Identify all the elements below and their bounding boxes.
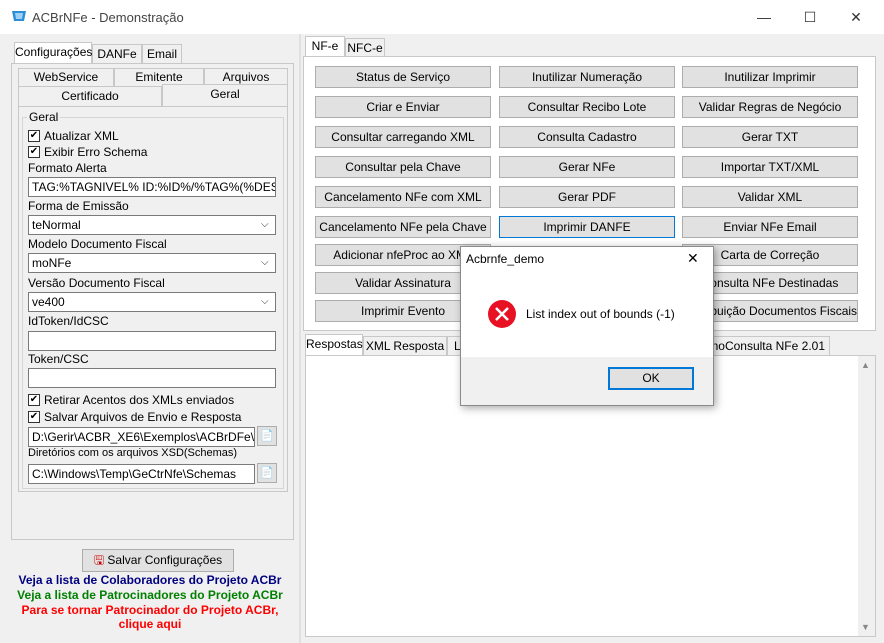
close-icon[interactable]: ✕ bbox=[833, 0, 879, 34]
tab-nfce[interactable]: NFC-e bbox=[345, 38, 385, 57]
maximize-icon[interactable]: ☐ bbox=[787, 0, 833, 34]
token-field[interactable] bbox=[28, 368, 276, 388]
patrocinador-link-line1[interactable]: Para se tornar Patrocinador do Projeto A… bbox=[0, 603, 300, 617]
forma-emissao-label: Forma de Emissão bbox=[28, 199, 129, 213]
chevron-down-icon: ⌵ bbox=[261, 219, 269, 230]
formato-alerta-field[interactable]: TAG:%TAGNIVEL% ID:%ID%/%TAG%(%DESCRICAO%… bbox=[28, 177, 276, 197]
close-icon[interactable]: ✕ bbox=[687, 250, 699, 267]
atualizar-xml-checkbox[interactable]: ✔ bbox=[28, 130, 40, 142]
versao-select[interactable]: ve400 ⌵ bbox=[28, 292, 276, 312]
button-consulta-cadastro[interactable]: Consulta Cadastro bbox=[499, 126, 675, 148]
forma-emissao-select[interactable]: teNormal ⌵ bbox=[28, 215, 276, 235]
button-imprimir-danfe[interactable]: Imprimir DANFE bbox=[499, 216, 675, 238]
configuracoes-panel: WebService Emitente Arquivos Certificado… bbox=[11, 63, 294, 540]
error-icon bbox=[487, 299, 517, 332]
tab-nfe[interactable]: NF-e bbox=[305, 36, 345, 57]
button-validar-xml[interactable]: Validar XML bbox=[682, 186, 858, 208]
button-status-de-servi-o[interactable]: Status de Serviço bbox=[315, 66, 491, 88]
modelo-select[interactable]: moNFe ⌵ bbox=[28, 253, 276, 273]
splitter[interactable] bbox=[299, 34, 301, 643]
button-consultar-recibo-lote[interactable]: Consultar Recibo Lote bbox=[499, 96, 675, 118]
modelo-label: Modelo Documento Fiscal bbox=[28, 237, 167, 251]
folder-icon[interactable]: 📄 bbox=[257, 426, 277, 446]
button-gerar-pdf[interactable]: Gerar PDF bbox=[499, 186, 675, 208]
token-label: Token/CSC bbox=[28, 352, 89, 366]
xsd-path-field[interactable]: C:\Windows\Temp\GeCtrNfe\Schemas bbox=[28, 464, 255, 484]
atualizar-xml-label: Atualizar XML bbox=[44, 129, 119, 143]
tab-certificado[interactable]: Certificado bbox=[18, 86, 162, 106]
idtoken-field[interactable] bbox=[28, 331, 276, 351]
button-consultar-carregando-xml[interactable]: Consultar carregando XML bbox=[315, 126, 491, 148]
button-consultar-pela-chave[interactable]: Consultar pela Chave bbox=[315, 156, 491, 178]
button-cancelamento-nfe-com-xml[interactable]: Cancelamento NFe com XML bbox=[315, 186, 491, 208]
versao-label: Versão Documento Fiscal bbox=[28, 276, 165, 290]
button-validar-regras-de-neg-cio[interactable]: Validar Regras de Negócio bbox=[682, 96, 858, 118]
ok-button[interactable]: OK bbox=[608, 367, 694, 390]
formato-alerta-label: Formato Alerta bbox=[28, 161, 107, 175]
title-bar: ACBrNFe - Demonstração — ☐ ✕ bbox=[0, 0, 884, 34]
xsd-label: Diretórios com os arquivos XSD(Schemas) bbox=[28, 447, 238, 459]
tab-xml-resposta[interactable]: XML Resposta bbox=[363, 336, 447, 356]
tab-respostas[interactable]: Respostas bbox=[305, 334, 363, 356]
error-dialog: Acbrnfe_demo ✕ List index out of bounds … bbox=[460, 246, 714, 406]
app-icon bbox=[10, 8, 28, 24]
button-inutilizar-imprimir[interactable]: Inutilizar Imprimir bbox=[682, 66, 858, 88]
button-gerar-nfe[interactable]: Gerar NFe bbox=[499, 156, 675, 178]
button-gerar-txt[interactable]: Gerar TXT bbox=[682, 126, 858, 148]
geral-group-label: Geral bbox=[27, 110, 61, 124]
button-inutilizar-numera-o[interactable]: Inutilizar Numeração bbox=[499, 66, 675, 88]
scroll-down-icon[interactable]: ▼ bbox=[861, 622, 870, 632]
retirar-acentos-checkbox[interactable]: ✔ bbox=[28, 394, 40, 406]
minimize-icon[interactable]: — bbox=[741, 0, 787, 34]
chevron-down-icon: ⌵ bbox=[261, 257, 269, 268]
salvar-arquivos-checkbox[interactable]: ✔ bbox=[28, 411, 40, 423]
tab-danfe[interactable]: DANFe bbox=[92, 44, 142, 64]
versao-value: ve400 bbox=[32, 295, 65, 309]
exibir-erro-schema-label: Exibir Erro Schema bbox=[44, 145, 148, 159]
button-cancelamento-nfe-pela-chave[interactable]: Cancelamento NFe pela Chave bbox=[315, 216, 491, 238]
save-icon: 🖫 bbox=[93, 553, 105, 567]
tab-email[interactable]: Email bbox=[142, 44, 182, 64]
folder-icon[interactable]: 📄 bbox=[257, 463, 277, 483]
left-panel: Configurações DANFe Email WebService Emi… bbox=[8, 40, 297, 637]
tab-configuracoes[interactable]: Configurações bbox=[14, 42, 92, 64]
retirar-acentos-label: Retirar Acentos dos XMLs enviados bbox=[44, 393, 235, 407]
salvar-configuracoes-button[interactable]: 🖫 Salvar Configurações bbox=[82, 549, 234, 572]
dialog-footer: OK bbox=[461, 357, 713, 405]
patrocinadores-link[interactable]: Veja a lista de Patrocinadores do Projet… bbox=[0, 588, 300, 602]
modelo-value: moNFe bbox=[32, 256, 72, 270]
dialog-title: Acbrnfe_demo bbox=[466, 252, 545, 266]
salvar-arquivos-label: Salvar Arquivos de Envio e Resposta bbox=[44, 410, 242, 424]
button-enviar-nfe-email[interactable]: Enviar NFe Email bbox=[682, 216, 858, 238]
dialog-message: List index out of bounds (-1) bbox=[526, 307, 675, 321]
chevron-down-icon: ⌵ bbox=[261, 296, 269, 307]
button-criar-e-enviar[interactable]: Criar e Enviar bbox=[315, 96, 491, 118]
patrocinador-link-line2[interactable]: clique aqui bbox=[0, 617, 300, 631]
vertical-scrollbar[interactable]: ▲ ▼ bbox=[858, 356, 875, 636]
salvar-path-field[interactable]: D:\Gerir\ACBR_XE6\Exemplos\ACBrDFe\ACBrN… bbox=[28, 427, 255, 447]
forma-emissao-value: teNormal bbox=[32, 218, 81, 232]
tab-webservice[interactable]: WebService bbox=[18, 68, 114, 86]
colaboradores-link[interactable]: Veja a lista de Colaboradores do Projeto… bbox=[0, 573, 300, 587]
exibir-erro-schema-checkbox[interactable]: ✔ bbox=[28, 146, 40, 158]
tab-geral[interactable]: Geral bbox=[162, 84, 288, 106]
geral-panel: Geral ✔ Atualizar XML ✔ Exibir Erro Sche… bbox=[18, 106, 288, 492]
window-title: ACBrNFe - Demonstração bbox=[32, 10, 184, 25]
idtoken-label: IdToken/IdCSC bbox=[28, 314, 109, 328]
scroll-up-icon[interactable]: ▲ bbox=[861, 360, 870, 370]
button-importar-txt-xml[interactable]: Importar TXT/XML bbox=[682, 156, 858, 178]
